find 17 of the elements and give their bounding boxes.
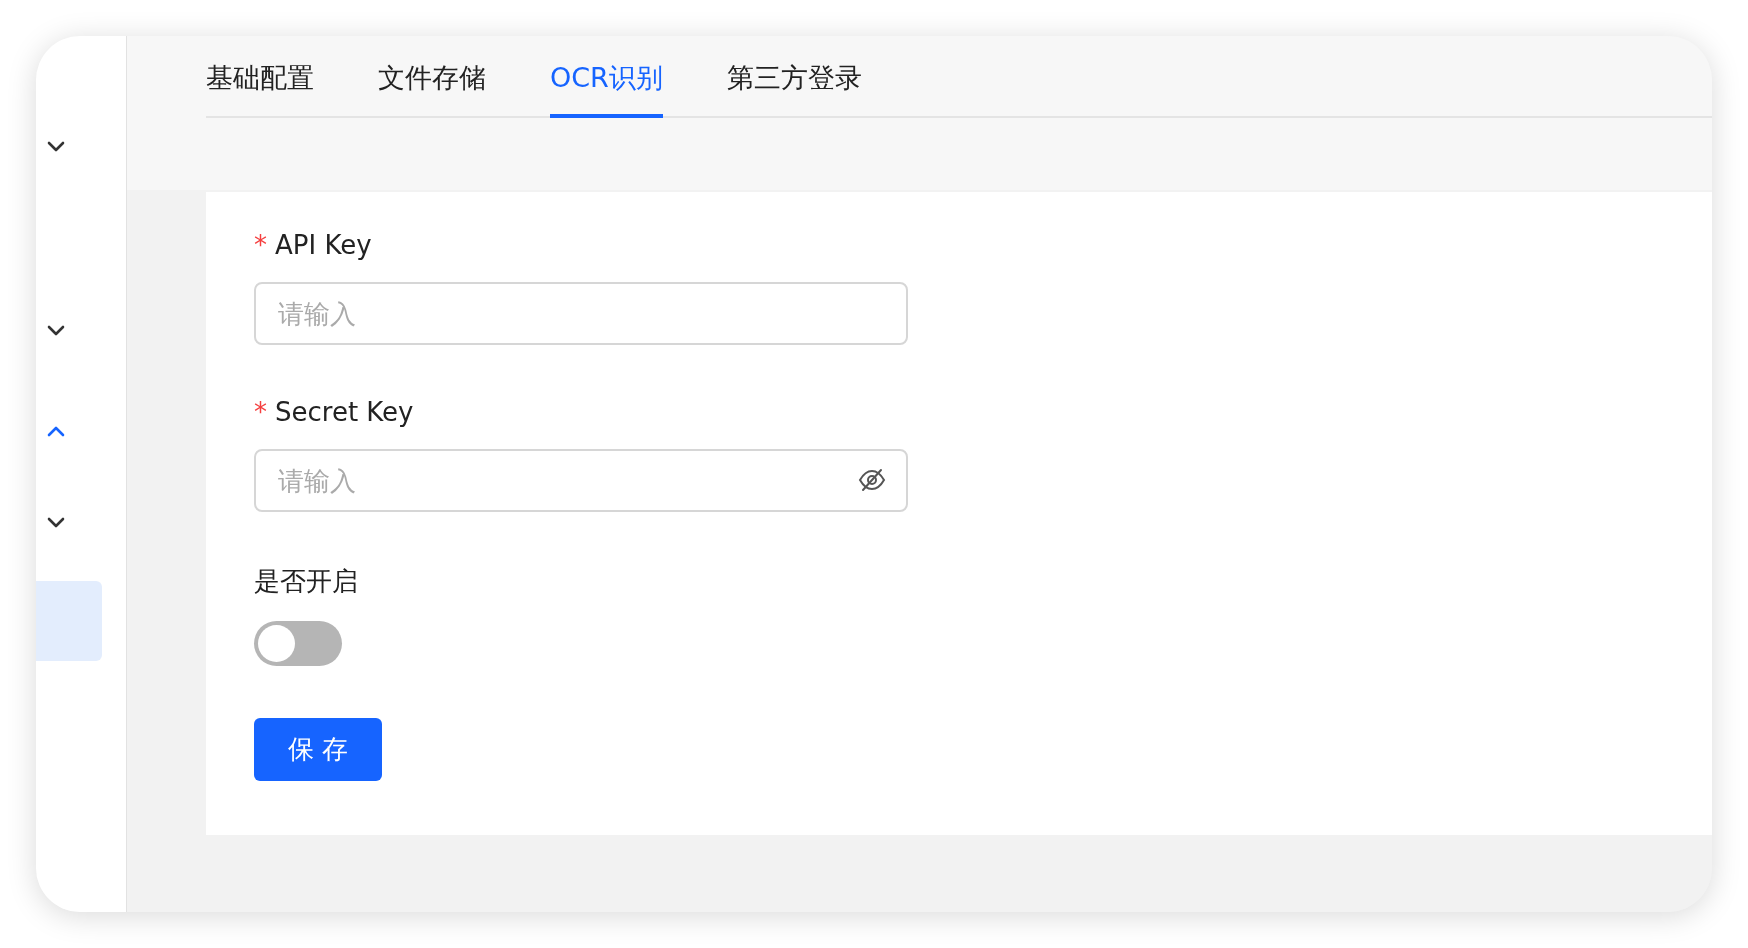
- tab[interactable]: 文件存储: [378, 36, 486, 118]
- chevron-icon[interactable]: [46, 141, 66, 153]
- password-field[interactable]: 请输入: [254, 449, 908, 512]
- tab[interactable]: 第三方登录: [726, 36, 862, 118]
- eye-slash-icon[interactable]: [858, 468, 886, 492]
- tab[interactable]: 基础配置: [206, 36, 314, 118]
- chevron-icon[interactable]: [46, 517, 66, 529]
- field-label: Secret Key: [275, 397, 414, 427]
- required-mark: *: [254, 397, 267, 427]
- input-field[interactable]: 请输入: [254, 282, 908, 345]
- field-label: 是否开启: [254, 565, 358, 598]
- required-mark: *: [254, 230, 267, 260]
- toggle-switch[interactable]: [254, 621, 342, 666]
- tab[interactable]: OCR识别: [550, 36, 663, 118]
- field-label: API Key: [275, 230, 372, 260]
- save-button[interactable]: 保 存: [254, 718, 382, 781]
- chevron-icon[interactable]: [46, 325, 66, 337]
